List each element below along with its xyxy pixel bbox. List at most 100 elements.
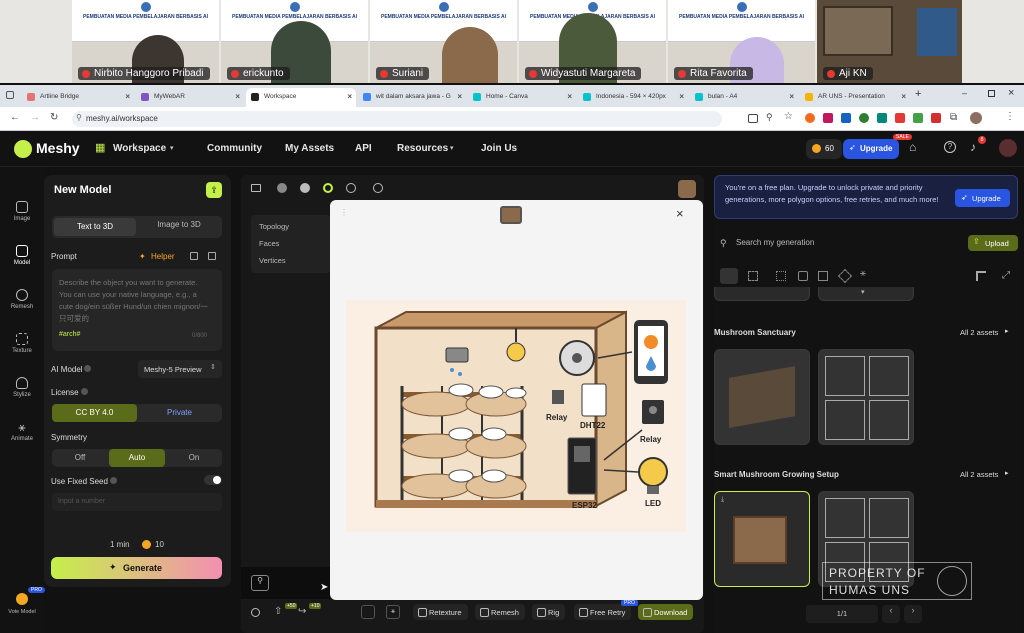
zoom-icon[interactable]: ⚲ <box>766 112 773 123</box>
rail-item-texture[interactable]: Texture <box>0 333 44 354</box>
tab-canva[interactable]: Home - Canva × <box>468 88 576 107</box>
prompt-library-icon[interactable] <box>208 252 216 260</box>
asset-thumbnail[interactable] <box>714 287 810 301</box>
upload-button[interactable]: ⇪ Upload <box>968 235 1018 251</box>
close-window-icon[interactable]: × <box>1008 87 1014 99</box>
filter-cube-icon[interactable] <box>818 271 828 281</box>
close-tab-icon[interactable]: × <box>789 92 794 101</box>
tab-ar-uns[interactable]: AR UNS - Presentation × <box>800 88 910 107</box>
tab-bulan[interactable]: bulan - A4 × <box>690 88 798 107</box>
expand-icon[interactable]: ⤢ <box>1002 270 1010 281</box>
search-input[interactable]: Search my generation <box>736 238 814 247</box>
solid-sphere-icon[interactable] <box>300 183 310 193</box>
wireframe-sphere-icon[interactable] <box>346 183 356 193</box>
banner-upgrade-button[interactable]: ➶ Upgrade <box>955 189 1010 207</box>
monitor-icon[interactable] <box>251 184 261 192</box>
close-icon[interactable]: × <box>676 206 684 221</box>
asset-thumbnail[interactable] <box>818 349 914 445</box>
pdf-extension-icon[interactable] <box>931 113 941 123</box>
texture-sphere-icon[interactable] <box>323 183 333 193</box>
back-icon[interactable]: ← <box>10 112 20 123</box>
nav-my-assets[interactable]: My Assets <box>285 143 334 154</box>
extensions-puzzle-icon[interactable]: ⧉ <box>950 112 957 123</box>
import-icon[interactable]: ⇪ <box>206 182 222 198</box>
screen-cast-icon[interactable] <box>748 114 758 123</box>
nav-api[interactable]: API <box>355 143 372 154</box>
next-page-icon[interactable]: › <box>904 605 922 623</box>
vote-model-icon[interactable] <box>16 593 28 605</box>
participant-tile[interactable]: Aji KN <box>817 0 962 83</box>
participant-tile[interactable]: PEMBUATAN MEDIA PEMBELAJARAN BERBASIS AI… <box>221 0 368 83</box>
extension-icon[interactable] <box>877 113 887 123</box>
share-icon[interactable]: ⇧ <box>274 606 282 617</box>
extension-icon[interactable] <box>859 113 869 123</box>
asset-thumbnail[interactable] <box>714 349 810 445</box>
reload-icon[interactable]: ↻ <box>50 112 58 123</box>
symmetry-off[interactable]: Off <box>52 449 108 467</box>
prev-page-icon[interactable]: ‹ <box>882 605 900 623</box>
extension-icon[interactable] <box>913 113 923 123</box>
hashtag-chip[interactable]: #arch# <box>59 331 80 338</box>
nav-workspace[interactable]: Workspace <box>113 143 166 154</box>
asset-thumbnail[interactable]: ▾ <box>818 287 914 301</box>
model-thumbnail[interactable] <box>678 180 696 198</box>
group-all-assets-link[interactable]: All 2 assets <box>960 328 998 337</box>
tab-indonesia[interactable]: Indonesia - 594 × 420px × <box>578 88 688 107</box>
close-tab-icon[interactable]: × <box>567 92 572 101</box>
nav-resources[interactable]: Resources <box>397 143 448 154</box>
bell-icon[interactable]: ♪ <box>970 140 976 154</box>
free-retry-button[interactable]: Free Retry <box>574 604 632 620</box>
image-prompt-icon[interactable] <box>190 252 198 260</box>
filter-funnel-icon[interactable] <box>976 271 986 281</box>
image-export-icon[interactable] <box>361 605 375 619</box>
license-private[interactable]: Private <box>137 404 222 422</box>
close-tab-icon[interactable]: × <box>457 92 462 101</box>
tab-google[interactable]: wit dalam aksara jawa - G × <box>358 88 466 107</box>
site-info-icon[interactable]: ⚲ <box>76 113 82 122</box>
close-tab-icon[interactable]: × <box>901 92 906 101</box>
info-icon[interactable] <box>84 365 91 372</box>
extension-icon[interactable] <box>841 113 851 123</box>
ai-model-select[interactable]: Meshy-5 Preview ⇕ <box>138 360 222 378</box>
participant-tile[interactable]: PEMBUATAN MEDIA PEMBELAJARAN BERBASIS AI… <box>72 0 219 83</box>
rig-button[interactable]: Rig <box>532 604 566 620</box>
minimize-icon[interactable]: – <box>962 88 967 98</box>
rail-item-animate[interactable]: ⚹ Animate <box>0 421 44 442</box>
tab-menu-icon[interactable] <box>6 91 14 99</box>
remix-icon[interactable]: ↪ <box>298 606 306 617</box>
nav-join-us[interactable]: Join Us <box>481 143 517 154</box>
fixed-seed-toggle[interactable] <box>204 475 222 485</box>
rail-item-stylize[interactable]: Stylize <box>0 377 44 398</box>
group-all-assets-link[interactable]: All 2 assets <box>960 470 998 479</box>
tab-mywebar[interactable]: MyWebAR × <box>136 88 244 107</box>
info-icon[interactable] <box>110 477 117 484</box>
filter-folder-icon[interactable] <box>720 268 738 284</box>
shaded-sphere-icon[interactable] <box>277 183 287 193</box>
helper-button[interactable]: Helper <box>151 252 175 261</box>
filter-image-icon[interactable] <box>798 271 808 281</box>
extension-icon[interactable] <box>805 113 815 123</box>
participant-tile[interactable]: PEMBUATAN MEDIA PEMBELAJARAN BERBASIS AI… <box>370 0 517 83</box>
filter-tiles-icon[interactable] <box>776 271 786 281</box>
rail-item-model[interactable]: Model <box>0 245 44 266</box>
forward-icon[interactable]: → <box>30 112 40 123</box>
filter-grid-icon[interactable] <box>748 271 758 281</box>
new-tab-icon[interactable]: + <box>915 88 921 100</box>
upgrade-button[interactable]: ➶ Upgrade <box>843 139 899 159</box>
seed-input[interactable]: Input a number <box>52 493 222 511</box>
gift-icon[interactable]: ⌂ <box>909 140 916 154</box>
filter-animate-icon[interactable]: ⚹ <box>860 268 866 279</box>
rail-item-image[interactable]: Image <box>0 201 44 222</box>
participant-tile[interactable]: PEMBUATAN MEDIA PEMBELAJARAN BERBASIS AI… <box>519 0 666 83</box>
remesh-button[interactable]: Remesh <box>475 604 525 620</box>
credits-badge[interactable]: 60 <box>806 139 842 159</box>
preview-thumbnail[interactable] <box>500 206 522 224</box>
globe-icon[interactable] <box>373 183 383 193</box>
close-tab-icon[interactable]: × <box>125 92 130 101</box>
download-button[interactable]: Download <box>638 604 694 620</box>
generate-button[interactable]: ✦ Generate <box>51 557 222 579</box>
browser-menu-icon[interactable]: ⋮ <box>1005 111 1015 122</box>
help-icon[interactable]: ? <box>944 141 956 153</box>
close-tab-icon[interactable]: × <box>235 92 240 101</box>
tab-text-to-3d[interactable]: Text to 3D <box>54 218 136 236</box>
